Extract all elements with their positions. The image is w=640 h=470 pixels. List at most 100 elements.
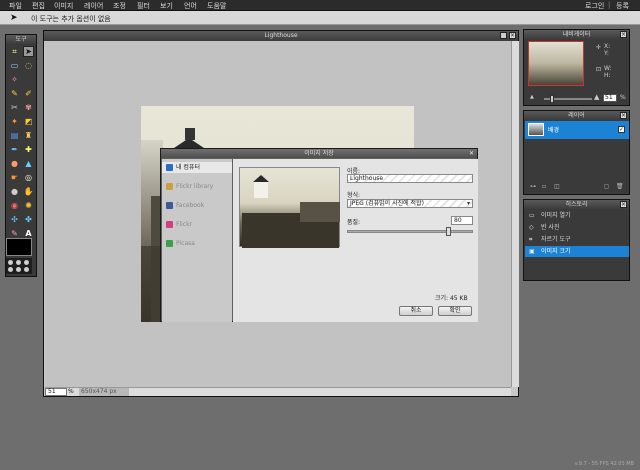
close-icon[interactable]: × [620, 112, 627, 119]
flickr-icon [166, 221, 173, 228]
gradient-tool-icon[interactable]: ▤ [9, 130, 20, 141]
brush-tool-icon[interactable]: ✐ [23, 88, 34, 99]
name-input[interactable]: Lighthouse [347, 174, 473, 183]
close-icon[interactable]: × [620, 201, 627, 208]
replace-color-tool-icon[interactable]: ✾ [23, 102, 34, 113]
menu-image[interactable]: 이미지 [54, 1, 73, 11]
history-item-label: 빈 사진 [541, 224, 560, 231]
color-picker-tool-icon[interactable]: ✒ [9, 144, 20, 155]
options-message: 이 도구는 추가 옵션이 없음 [31, 15, 111, 23]
sharpen-tool-icon[interactable]: ▲ [23, 158, 34, 169]
zoom-input[interactable]: 51 [45, 388, 67, 396]
menu-view[interactable]: 보기 [160, 1, 173, 11]
navigator-zoom-input[interactable]: 51 [603, 94, 617, 102]
source-flickr[interactable]: Flickr [162, 219, 232, 230]
move-tool-icon[interactable]: ➤ [23, 46, 34, 57]
zoom-in-icon[interactable]: ▲ [594, 93, 599, 101]
sponge-tool-icon[interactable]: ◎ [23, 172, 34, 183]
quality-slider-knob[interactable] [446, 227, 451, 236]
chevron-down-icon: ▾ [466, 200, 470, 207]
pencil-tool-icon[interactable]: ✎ [9, 88, 20, 99]
menu-file[interactable]: 파일 [9, 1, 22, 11]
image-size-info: 650x474 px [79, 388, 129, 396]
layer-styles-icon[interactable]: ▫ [542, 183, 546, 190]
menu-bar: 파일 편집 이미지 레이어 조정 필터 보기 언어 도움말 로그인 | 등록 [0, 0, 640, 11]
heal-tool-icon[interactable]: ✚ [23, 144, 34, 155]
x-label: X: [604, 43, 611, 50]
link-layers-icon[interactable]: ⊶ [530, 183, 536, 190]
history-item[interactable]: ▣ 이미지 크기 [525, 246, 629, 257]
dot [16, 267, 21, 272]
layer-name: 배경 [548, 127, 560, 134]
history-item[interactable]: ◇ 빈 사진 [525, 222, 629, 233]
history-item-label: 이미지 열기 [541, 212, 571, 219]
dimensions-icon: ⊡ [596, 66, 602, 73]
source-picasa[interactable]: Picasa [162, 238, 232, 249]
close-icon[interactable]: × [620, 31, 627, 38]
history-item[interactable]: ⌗ 자르기 도구 [525, 234, 629, 245]
red-eye-tool-icon[interactable]: ◉ [9, 200, 20, 211]
menu-layer[interactable]: 레이어 [84, 1, 103, 11]
move-tool-icon: ➤ [10, 13, 18, 23]
burn-tool-icon[interactable]: ✋ [23, 186, 34, 197]
source-my-computer[interactable]: 내 컴퓨터 [162, 162, 232, 173]
ok-button[interactable]: 확인 [438, 306, 472, 316]
menu-help[interactable]: 도움말 [207, 1, 226, 11]
new-layer-icon[interactable]: ◻ [604, 183, 609, 190]
tools-panel-title: 도구 [6, 35, 36, 44]
add-mask-icon[interactable]: ◫ [554, 183, 560, 190]
close-icon[interactable]: × [509, 32, 516, 39]
source-facebook[interactable]: Facebook [162, 200, 232, 211]
lasso-tool-icon[interactable]: ◌ [23, 60, 34, 71]
dodge-tool-icon[interactable]: ● [9, 186, 20, 197]
zoom-out-icon[interactable]: ▲ [530, 94, 534, 100]
menu-language[interactable]: 언어 [184, 1, 197, 11]
save-image-dialog: 이미지 저장 ✕ 내 컴퓨터 Flickr library Facebook F… [160, 148, 478, 322]
login-link[interactable]: 로그인 [585, 1, 604, 11]
bloat-tool-icon[interactable]: ✣ [9, 214, 20, 225]
save-source-list: 내 컴퓨터 Flickr library Facebook Flickr Pic… [162, 159, 232, 322]
dot [24, 260, 29, 265]
history-panel: 히스토리 × ▭ 이미지 열기 ◇ 빈 사진 ⌗ 자르기 도구 ▣ 이미지 크기 [523, 199, 630, 281]
layer-row[interactable]: 배경 ✓ [525, 121, 629, 139]
stamp-tool-icon[interactable]: ♜ [23, 130, 34, 141]
menu-edit[interactable]: 편집 [32, 1, 45, 11]
y-label: Y: [604, 50, 609, 57]
drawing-tool-icon[interactable]: ✦ [9, 116, 20, 127]
signup-link[interactable]: 등록 [616, 1, 629, 11]
format-label: 형식: [347, 192, 361, 199]
foreground-color-swatch[interactable] [6, 238, 32, 256]
layers-title: 레이어 [524, 111, 629, 120]
wand-tool-icon[interactable]: ✧ [9, 74, 20, 85]
eraser-tool-icon[interactable]: ✂ [9, 102, 20, 113]
navigator-zoom-knob[interactable] [550, 95, 554, 103]
delete-layer-icon[interactable]: 🗑 [616, 183, 624, 190]
format-select[interactable]: JPEG (검퓨밝이 사진에 적합) ▾ [347, 199, 473, 208]
quality-input[interactable]: 80 [451, 216, 473, 225]
menu-adjust[interactable]: 조정 [113, 1, 126, 11]
pinch-tool-icon[interactable]: ✤ [23, 214, 34, 225]
source-label: Picasa [176, 240, 195, 247]
navigator-zoom-unit: % [620, 94, 626, 101]
menu-filter[interactable]: 필터 [137, 1, 150, 11]
source-flickr-library[interactable]: Flickr library [162, 181, 232, 192]
quality-slider-track[interactable] [347, 230, 473, 233]
dialog-close-icon[interactable]: ✕ [468, 150, 475, 157]
navigator-thumbnail[interactable] [528, 41, 584, 86]
w-label: W: [604, 65, 612, 72]
marquee-tool-icon[interactable]: ▭ [9, 60, 20, 71]
cancel-button[interactable]: 취소 [399, 306, 433, 316]
bucket-tool-icon[interactable]: ◩ [23, 116, 34, 127]
blur-tool-icon[interactable]: ● [9, 158, 20, 169]
spot-heal-tool-icon[interactable]: ✺ [23, 200, 34, 211]
maximize-icon[interactable] [500, 32, 507, 39]
crop-tool-icon[interactable]: ⌗ [9, 46, 20, 57]
vertical-scrollbar[interactable] [511, 41, 519, 387]
history-item[interactable]: ▭ 이미지 열기 [525, 210, 629, 221]
computer-icon [166, 164, 173, 171]
status-footer: v.9.7 - 55 FPS 42.03 MB [574, 461, 634, 467]
history-title: 히스토리 [524, 200, 629, 209]
file-size-text: 크기: 45 KB [435, 295, 468, 302]
smudge-tool-icon[interactable]: ☛ [9, 172, 20, 183]
layer-visibility-checkbox[interactable]: ✓ [618, 126, 625, 133]
